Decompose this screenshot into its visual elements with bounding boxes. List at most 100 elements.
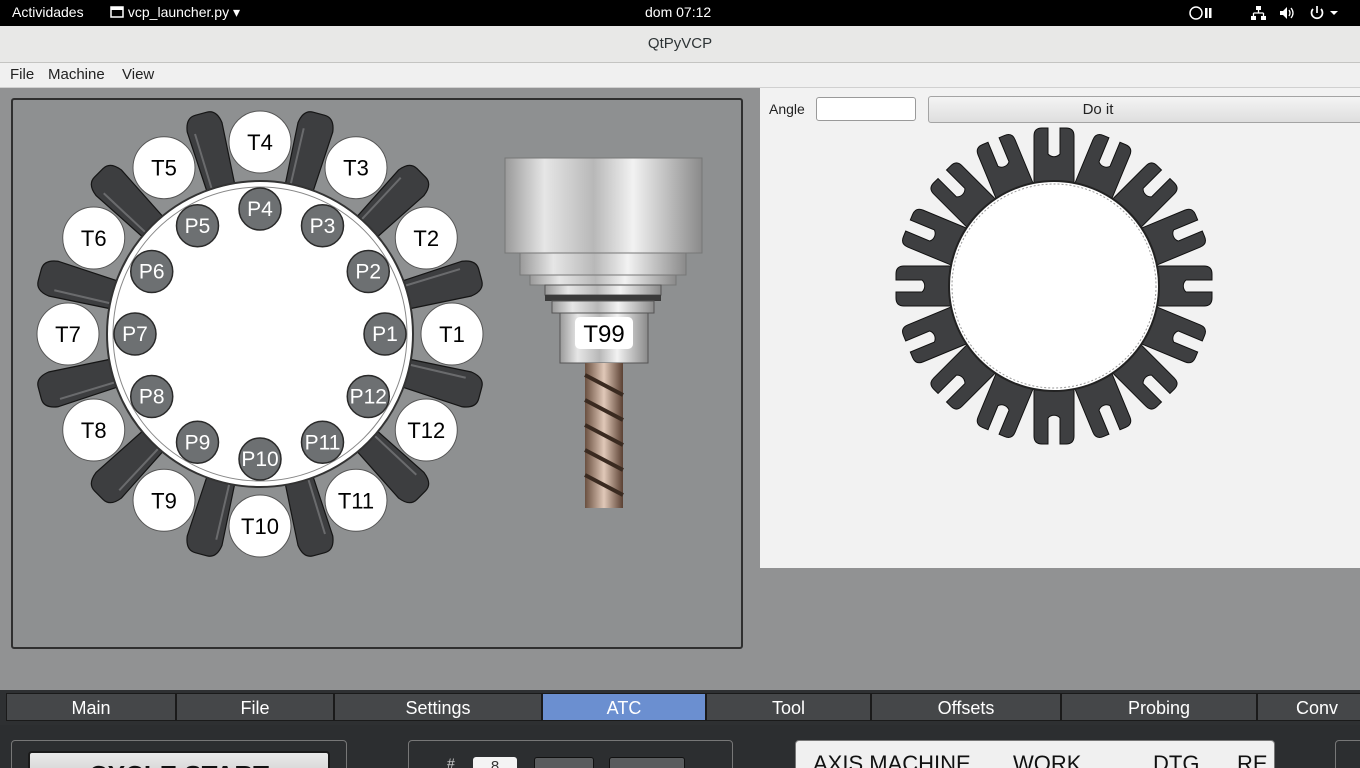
- volume-icon: [1280, 7, 1294, 19]
- spin-label: #: [447, 755, 455, 768]
- tool-label: T10: [241, 514, 279, 539]
- window-title: QtPyVCP: [647, 35, 713, 52]
- tab-bar: Main File Settings ATC Tool Offsets Prob…: [0, 690, 1360, 725]
- app-menu-label: vcp_launcher.py: [127, 4, 230, 20]
- pocket-label: P11: [305, 431, 341, 454]
- spin-input[interactable]: 8: [473, 757, 517, 768]
- pocket-marker: P3: [300, 203, 345, 248]
- menu-file[interactable]: File: [10, 66, 34, 83]
- chevron-down-icon: [1330, 11, 1338, 15]
- pocket-label: P4: [247, 198, 273, 221]
- do-it-button[interactable]: Do it: [928, 96, 1360, 123]
- pocket-label: P3: [310, 215, 336, 238]
- tool-label: T2: [413, 226, 439, 251]
- pocket-label: P9: [185, 431, 211, 454]
- spindle-tool-label: T99: [583, 321, 624, 348]
- atc-panel: T1 T2 T3 T4 T5 T6 T7 T8 T9 T10 T11 T12 P1 P2 P3 P4 P5 P6 P…: [11, 98, 743, 649]
- pocket-marker: P4: [238, 187, 282, 231]
- tool-label: T1: [439, 322, 465, 347]
- power-icon: [1310, 6, 1324, 20]
- tool-slot[interactable]: T11: [324, 468, 388, 532]
- chevron-down-icon: ▾: [232, 4, 240, 20]
- pocket-marker: P2: [346, 249, 391, 294]
- tool-slot[interactable]: T7: [36, 302, 100, 366]
- tool-label: T8: [81, 418, 107, 443]
- pocket-label: P6: [139, 261, 165, 284]
- tool-label: T12: [407, 418, 445, 443]
- pocket-marker: P7: [113, 312, 157, 356]
- rotation-panel: [760, 88, 1360, 568]
- window-title-bar[interactable]: QtPyVCP: [0, 26, 1360, 63]
- pocket-marker: P9: [175, 420, 220, 465]
- tool-label: T11: [338, 488, 374, 513]
- angle-input[interactable]: [816, 97, 916, 121]
- pocket-label: P12: [350, 386, 387, 409]
- tool-carousel: T1 T2 T3 T4 T5 T6 T7 T8 T9 T10 T11 T12 P1 P2 P3 P4 P5 P6 P…: [36, 110, 484, 558]
- carousel-preview: [895, 127, 1213, 445]
- tool-slot[interactable]: T5: [132, 136, 196, 200]
- menu-view[interactable]: View: [122, 66, 154, 83]
- tool-label: T3: [343, 156, 369, 181]
- accessibility-icon: [1189, 6, 1212, 20]
- pocket-label: P5: [185, 215, 211, 238]
- spindle-group: # 8: [408, 740, 733, 768]
- wheel-fork: [1033, 385, 1075, 445]
- app-menu[interactable]: vcp_launcher.py ▾: [110, 4, 240, 21]
- menu-machine[interactable]: Machine: [48, 66, 105, 83]
- pocket-marker: P11: [300, 420, 345, 465]
- wheel-fork: [895, 265, 955, 307]
- cycle-group: CYCLE START: [11, 740, 347, 768]
- tool-label: T6: [81, 226, 107, 251]
- tab-tool[interactable]: Tool: [706, 693, 871, 721]
- tool-slot[interactable]: T1: [420, 302, 484, 366]
- dro-group: AXIS MACHINE WORK DTG RE: [795, 740, 1275, 768]
- dro-header-work: WORK: [1013, 751, 1082, 768]
- dro-header-re: RE: [1237, 751, 1268, 768]
- pocket-label: P1: [372, 323, 398, 346]
- system-top-bar: Actividades vcp_launcher.py ▾ dom 07:12: [0, 0, 1360, 26]
- tool-slot[interactable]: T8: [62, 398, 126, 462]
- pocket-label: P8: [139, 386, 165, 409]
- tool-slot[interactable]: T9: [132, 468, 196, 532]
- wheel-fork: [1033, 127, 1075, 187]
- wheel-fork: [1153, 265, 1213, 307]
- tab-atc[interactable]: ATC: [542, 693, 706, 721]
- tool-slot[interactable]: T2: [394, 206, 458, 270]
- tool-slot[interactable]: T6: [62, 206, 126, 270]
- network-icon: [1251, 6, 1266, 20]
- angle-label: Angle: [769, 101, 805, 117]
- tool-label: T9: [151, 488, 177, 513]
- cycle-start-button[interactable]: CYCLE START: [28, 751, 330, 768]
- pocket-marker: P5: [175, 203, 220, 248]
- extra-group: [1335, 740, 1360, 768]
- dro-header-dtg: DTG: [1153, 751, 1200, 768]
- bottom-panel: CYCLE START # 8 AXIS MACHINE WORK DTG RE: [0, 725, 1360, 768]
- tool-label: T5: [151, 156, 177, 181]
- tab-settings[interactable]: Settings: [334, 693, 542, 721]
- pocket-marker: P8: [129, 374, 174, 419]
- tool-slot[interactable]: T10: [228, 494, 292, 558]
- activities-button[interactable]: Actividades: [12, 4, 84, 20]
- tool-slot[interactable]: T12: [394, 398, 458, 462]
- pocket-marker: P10: [238, 437, 282, 481]
- pocket-label: P10: [241, 448, 278, 471]
- spin-button-b[interactable]: [609, 757, 685, 768]
- tool-slot[interactable]: T3: [324, 136, 388, 200]
- system-tray[interactable]: [1188, 5, 1338, 24]
- spin-button-a[interactable]: [534, 757, 594, 768]
- tab-probing[interactable]: Probing: [1061, 693, 1257, 721]
- pocket-marker: P1: [363, 312, 407, 356]
- clock[interactable]: dom 07:12: [645, 4, 711, 20]
- tab-conv[interactable]: Conv: [1257, 693, 1360, 721]
- tab-main[interactable]: Main: [6, 693, 176, 721]
- pocket-marker: P12: [346, 374, 391, 419]
- pocket-label: P7: [122, 323, 148, 346]
- dro-header-axis-machine: AXIS MACHINE: [813, 751, 971, 768]
- pocket-label: P2: [355, 261, 381, 284]
- tab-file[interactable]: File: [176, 693, 334, 721]
- tool-slot[interactable]: T4: [228, 110, 292, 174]
- spindle: T99: [504, 157, 703, 508]
- tool-label: T7: [55, 322, 81, 347]
- tab-offsets[interactable]: Offsets: [871, 693, 1061, 721]
- menu-bar: File Machine View: [0, 63, 1360, 88]
